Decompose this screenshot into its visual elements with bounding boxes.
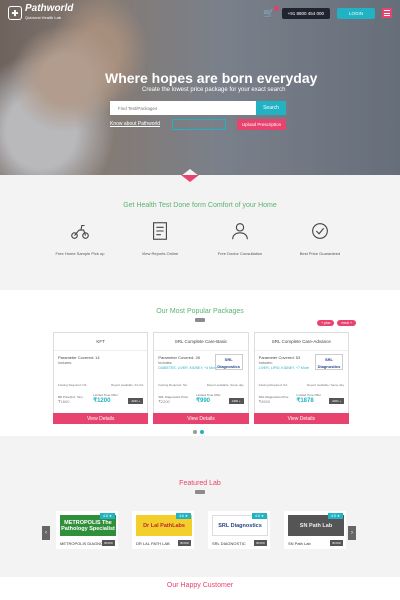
outline-button[interactable] — [172, 119, 226, 130]
chevron-left-icon[interactable]: ‹ — [42, 526, 50, 540]
chevron-right-icon[interactable]: › — [348, 526, 356, 540]
search-input[interactable] — [110, 101, 256, 115]
fasting-info: Fasting Required: NA — [258, 383, 288, 387]
lab-card[interactable]: SRL Diagnostics 4.5 ★ SRL DIAGNOSTIC BOO… — [208, 511, 270, 549]
packages-section: Our Most Popular Packages + pkw meal + K… — [0, 290, 400, 436]
feature-best-price: Best Price Guaranteed — [280, 220, 360, 256]
happy-customer-heading: Our Happy Customer — [166, 582, 234, 589]
hero-banner: ✚ Pathworld Quickest Health Lab 🛒 +91 880… — [0, 0, 400, 175]
site-logo[interactable]: ✚ Pathworld Quickest Health Lab — [8, 4, 73, 22]
lab-name: DR LAL PATH LAB — [136, 541, 170, 546]
add-to-cart-button[interactable]: ADD + — [329, 398, 344, 404]
rating-badge: 4.5 ★ — [252, 513, 267, 519]
package-parameters: Parameter Covered: 14 — [58, 355, 100, 360]
packages-heading: Our Most Popular Packages — [156, 308, 244, 315]
filter-pill[interactable]: meal + — [337, 320, 356, 326]
package-title: KFT — [54, 333, 148, 351]
package-includes: Includes: — [58, 361, 73, 365]
hero-subline: Create the lowest price package for your… — [142, 87, 286, 93]
fasting-info: Fasting Required: NA — [58, 383, 87, 387]
top-nav: ✚ Pathworld Quickest Health Lab 🛒 +91 880… — [0, 0, 400, 26]
lab-card[interactable]: Dr Lal PathLabs 4.6 ★ DR LAL PATH LAB BO… — [132, 511, 194, 549]
view-details-button[interactable]: View Details — [253, 413, 349, 424]
view-details-button[interactable]: View Details — [153, 413, 249, 424]
menu-icon[interactable] — [382, 8, 392, 18]
package-card: SRL Complete Care-Basic Parameter Covere… — [153, 332, 249, 424]
cart-icon[interactable]: 🛒 — [263, 5, 279, 19]
featured-lab-section: Featured Lab ‹ › METROPOLIS The Patholog… — [0, 436, 400, 577]
feature-label: View Reports Online — [141, 251, 179, 256]
lab-name: SN Path Lab — [288, 541, 311, 546]
login-button[interactable]: LOGIN — [336, 7, 375, 19]
section-pointer — [181, 175, 199, 182]
rating-badge: 4.5 ★ — [328, 513, 343, 519]
report-info: Report available: 24 Hrs — [111, 383, 144, 387]
logo-mark-icon: ✚ — [8, 6, 22, 20]
feature-label: Free Home Sample Pick up — [55, 251, 105, 256]
lab-card[interactable]: SN Path Lab 4.5 ★ SN Path Lab BOOK — [284, 511, 346, 549]
carousel-dot[interactable] — [193, 430, 197, 434]
offer-price: ₹1878 — [296, 398, 314, 404]
package-title: SRL Complete Care-Basic — [154, 333, 248, 351]
offer-price: ₹1200 — [93, 398, 111, 404]
happy-customer-section: Our Happy Customer — [0, 577, 400, 600]
feature-label: Free Doctor Consultation — [217, 251, 263, 256]
search-button[interactable]: Search — [256, 101, 286, 115]
feature-reports: View Reports Online — [120, 220, 200, 256]
book-button[interactable]: BOOK — [102, 540, 115, 546]
reports-icon — [153, 222, 167, 240]
lab-logo: SRL Diagnostics — [214, 354, 243, 370]
book-button[interactable]: BOOK — [178, 540, 191, 546]
phone-number[interactable]: +91 8800 454 000 — [281, 7, 330, 19]
original-price: ₹1600 — [58, 399, 70, 404]
original-price: ₹4500 — [258, 399, 271, 404]
know-link[interactable]: Know about Pathworld — [110, 121, 160, 127]
scooter-icon — [71, 224, 89, 239]
health-section: Get Health Test Done form Comfort of you… — [0, 175, 400, 290]
rating-badge: 4.5 ★ — [100, 513, 115, 519]
search-bar: Search — [110, 101, 286, 115]
package-title: SRL Complete Care-Advance — [254, 333, 348, 351]
add-to-cart-button[interactable]: ADD + — [228, 398, 244, 404]
lab-logo: SRL Diagnostics — [314, 354, 343, 370]
doctor-icon — [232, 223, 248, 240]
book-button[interactable]: BOOK — [254, 540, 267, 546]
divider — [195, 318, 205, 322]
carousel-dots — [193, 430, 204, 434]
feature-doctor: Free Doctor Consultation — [200, 220, 280, 256]
badge-icon — [312, 223, 328, 239]
filter-pill[interactable]: + pkw — [317, 320, 335, 326]
fasting-info: Fasting Required: NA — [158, 383, 188, 387]
report-info: Report available: Same day — [307, 383, 344, 387]
package-card: SRL Complete Care-Advance Parameter Cove… — [253, 332, 349, 424]
lab-name: SRL DIAGNOSTIC — [212, 541, 246, 546]
original-price: ₹2200 — [158, 399, 170, 404]
lab-card[interactable]: METROPOLIS The Pathology Specialist 4.5 … — [56, 511, 118, 549]
add-to-cart-button[interactable]: ADD + — [128, 398, 144, 404]
view-details-button[interactable]: View Details — [53, 413, 149, 424]
health-heading: Get Health Test Done form Comfort of you… — [123, 202, 277, 209]
hero-headline: Where hopes are born everyday — [105, 70, 318, 86]
book-button[interactable]: BOOK — [330, 540, 343, 546]
featured-lab-heading: Featured Lab — [179, 480, 221, 487]
feature-home-pickup: Free Home Sample Pick up — [40, 220, 120, 256]
carousel-dot[interactable] — [200, 430, 204, 434]
offer-price: ₹990 — [196, 398, 210, 404]
rating-badge: 4.6 ★ — [176, 513, 191, 519]
upload-prescription-button[interactable]: Upload Prescription — [237, 119, 286, 130]
report-info: Report available: Same day — [206, 383, 244, 387]
package-card: KFT Parameter Covered: 14 Includes: Fast… — [53, 332, 149, 424]
feature-label: Best Price Guaranteed — [299, 251, 341, 256]
divider — [195, 490, 205, 494]
logo-tagline: Quickest Health Lab — [25, 15, 62, 20]
cart-badge — [273, 5, 279, 11]
